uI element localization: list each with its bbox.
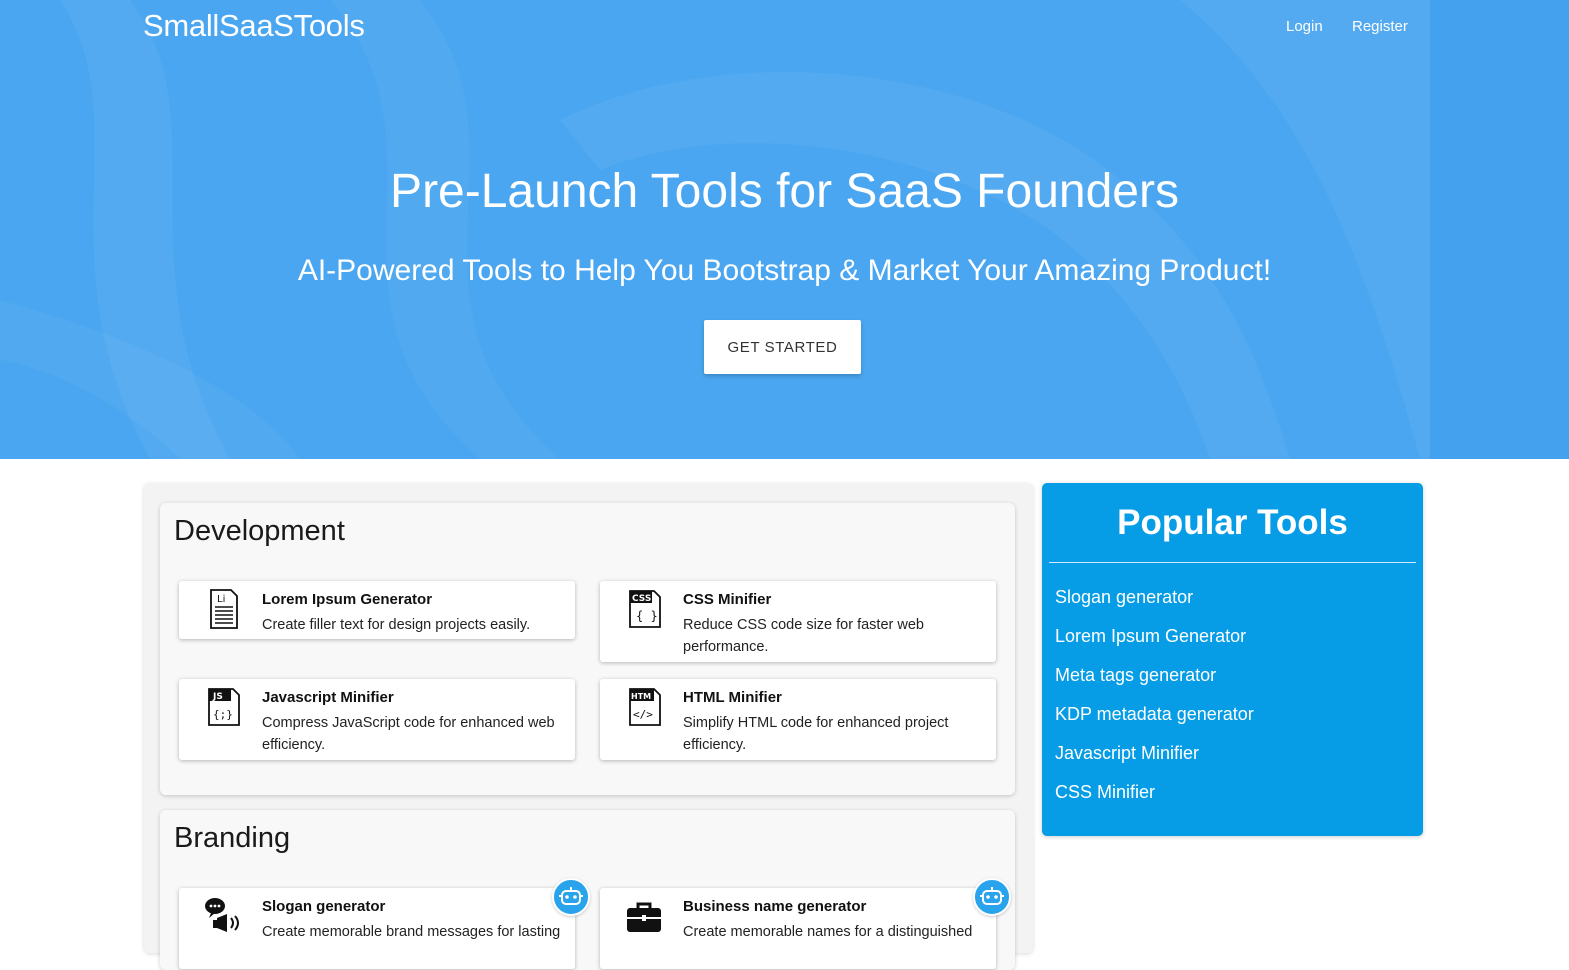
tool-description: Create memorable brand messages for last… — [262, 924, 561, 940]
tool-card-business-name-generator[interactable]: Business name generator Create memorable… — [600, 888, 996, 969]
divider — [1049, 562, 1416, 563]
section-development: Development Li Lorem Ipsum Generator Cre… — [160, 503, 1015, 795]
popular-link-meta-tags-generator[interactable]: Meta tags generator — [1055, 665, 1216, 686]
robot-icon — [559, 887, 583, 905]
login-link[interactable]: Login — [1286, 18, 1323, 35]
tool-card-slogan-generator[interactable]: Slogan generator Create memorable brand … — [179, 888, 575, 969]
tool-description: Reduce CSS code size for faster web perf… — [683, 617, 924, 655]
css-file-icon: CSS { } — [629, 590, 661, 628]
tool-card-html-minifier[interactable]: HTM </> HTML Minifier Simplify HTML code… — [600, 679, 996, 760]
briefcase-icon — [627, 902, 661, 932]
tool-name: HTML Minifier — [683, 689, 782, 706]
section-branding: Branding Slogan generator Create memorab… — [160, 810, 1015, 970]
robot-icon — [980, 887, 1004, 905]
tool-name: Lorem Ipsum Generator — [262, 591, 433, 608]
popular-link-slogan-generator[interactable]: Slogan generator — [1055, 587, 1193, 608]
svg-text:JS: JS — [212, 692, 223, 702]
ai-robot-badge — [973, 878, 1011, 916]
section-title: Branding — [174, 822, 291, 854]
tool-name: CSS Minifier — [683, 591, 772, 608]
js-file-icon: JS {;} — [208, 688, 240, 726]
popular-tools-sidebar: Popular Tools Slogan generator Lorem Ips… — [1042, 483, 1423, 836]
hero-title: Pre-Launch Tools for SaaS Founders — [390, 165, 1179, 218]
hero-background-swirls — [0, 0, 1569, 459]
svg-text:Li: Li — [217, 594, 225, 605]
popular-link-kdp-metadata-generator[interactable]: KDP metadata generator — [1055, 704, 1254, 725]
svg-text:HTM: HTM — [631, 692, 651, 701]
tool-card-css-minifier[interactable]: CSS { } CSS Minifier Reduce CSS code siz… — [600, 581, 996, 662]
tool-description: Create memorable names for a distinguish… — [683, 924, 973, 940]
tool-name: Business name generator — [683, 898, 867, 915]
popular-tools-title: Popular Tools — [1117, 503, 1348, 542]
tool-description: Simplify HTML code for enhanced project … — [683, 715, 949, 753]
tools-panel: Development Li Lorem Ipsum Generator Cre… — [144, 483, 1033, 970]
tool-description: Create filler text for design projects e… — [262, 617, 531, 633]
lorem-ipsum-file-icon: Li — [210, 589, 238, 629]
tool-description: Compress JavaScript code for enhanced we… — [262, 715, 555, 753]
svg-text:CSS: CSS — [632, 594, 651, 604]
tool-card-lorem-ipsum[interactable]: Li Lorem Ipsum Generator Create filler t… — [179, 581, 575, 639]
tool-name: Javascript Minifier — [262, 689, 394, 706]
tool-name: Slogan generator — [262, 898, 386, 915]
ai-robot-badge — [552, 878, 590, 916]
megaphone-icon — [205, 898, 239, 932]
register-link[interactable]: Register — [1352, 18, 1408, 35]
popular-link-javascript-minifier[interactable]: Javascript Minifier — [1055, 743, 1199, 764]
get-started-button[interactable]: GET STARTED — [704, 320, 861, 374]
section-title: Development — [174, 515, 345, 547]
svg-text:</>: </> — [633, 708, 653, 721]
popular-link-css-minifier[interactable]: CSS Minifier — [1055, 782, 1155, 803]
hero-subtitle: AI-Powered Tools to Help You Bootstrap &… — [297, 254, 1272, 287]
tool-card-javascript-minifier[interactable]: JS {;} Javascript Minifier Compress Java… — [179, 679, 575, 760]
html-file-icon: HTM </> — [629, 688, 661, 726]
svg-text:{ }: { } — [636, 609, 658, 623]
hero-banner: SmallSaaSTools Login Register Pre-Launch… — [0, 0, 1569, 459]
popular-link-lorem-ipsum-generator[interactable]: Lorem Ipsum Generator — [1055, 626, 1246, 647]
svg-text:{;}: {;} — [213, 708, 233, 721]
site-logo[interactable]: SmallSaaSTools — [143, 8, 365, 44]
